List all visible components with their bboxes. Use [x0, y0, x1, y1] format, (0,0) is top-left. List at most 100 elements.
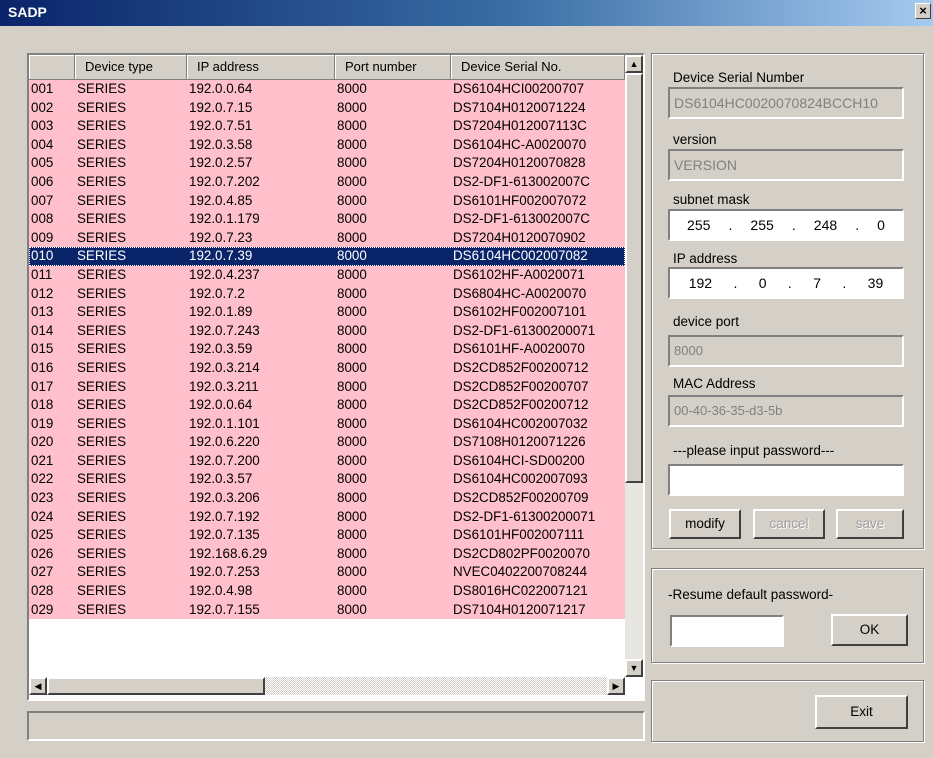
table-row[interactable]: 016 SERIES 192.0.3.214 8000 DS2CD852F0020071… [29, 358, 625, 378]
table-row[interactable]: 020 SERIES 192.0.6.220 8000 DS7108H012007122… [29, 433, 625, 452]
cell-port-number: 8000 [337, 173, 367, 189]
cell-port-number: 8000 [337, 81, 367, 96]
scroll-left-button[interactable]: ◀ [29, 677, 47, 695]
horizontal-scrollbar[interactable]: ◀ ▶ [29, 677, 625, 695]
table-row[interactable]: 005 SERIES 192.0.2.57 8000 DS7204H0120070828 [29, 154, 625, 173]
password-input[interactable] [668, 464, 904, 496]
column-header-port-number[interactable]: Port number [335, 55, 451, 80]
ip-address-label: IP address [673, 251, 738, 266]
table-row[interactable]: 028 SERIES 192.0.4.98 8000 DS8016HC022007121 [29, 582, 625, 601]
cell-serial-no: DS2-DF1-61300200071 [453, 508, 596, 524]
cell-port-number: 8000 [337, 248, 367, 264]
cell-serial-no: DS6804HC-A0020070 [453, 285, 587, 301]
exit-panel: Exit [651, 680, 924, 742]
status-bar [27, 711, 645, 741]
table-row[interactable]: 004 SERIES 192.0.3.58 8000 DS6104HC-A0020070 [29, 135, 625, 155]
cell-index: 025 [31, 527, 54, 543]
device-list[interactable]: Device type IP address Port number Devic… [27, 53, 645, 701]
table-row[interactable]: 008 SERIES 192.0.1.179 8000 DS2-DF1-61300200… [29, 210, 625, 229]
scroll-up-button[interactable]: ▲ [625, 55, 643, 73]
cell-device-type: SERIES [77, 490, 127, 506]
resume-password-input[interactable] [670, 615, 784, 647]
table-row[interactable]: 012 SERIES 192.0.7.2 8000 DS6804HC-A0020070 [29, 284, 625, 304]
exit-button[interactable]: Exit [815, 695, 908, 729]
cancel-button[interactable]: cancel [753, 509, 825, 539]
table-row[interactable]: 018 SERIES 192.0.0.64 8000 DS2CD852F00200712 [29, 396, 625, 415]
subnet-octet: 248 [813, 217, 838, 233]
cell-index: 018 [31, 397, 54, 413]
table-row[interactable]: 009 SERIES 192.0.7.23 8000 DS7204H0120070902 [29, 228, 625, 248]
cell-device-type: SERIES [77, 304, 127, 320]
cell-serial-no: DS6101HF002007111 [453, 527, 585, 543]
table-row[interactable]: 029 SERIES 192.0.7.155 8000 DS7104H012007121… [29, 600, 625, 620]
table-row[interactable]: 011 SERIES 192.0.4.237 8000 DS6102HF-A002007… [29, 265, 625, 285]
cell-index: 010 [31, 248, 54, 264]
cell-device-type: SERIES [77, 229, 127, 245]
subnet-mask-input[interactable]: 255. 255. 248. 0 [668, 209, 904, 241]
table-row[interactable]: 023 SERIES 192.0.3.206 8000 DS2CD852F0020070… [29, 489, 625, 508]
cell-serial-no: DS2CD852F00200712 [453, 397, 589, 413]
cell-index: 023 [31, 490, 54, 506]
cell-index: 016 [31, 359, 54, 375]
scroll-right-button[interactable]: ▶ [607, 677, 625, 695]
cell-device-type: SERIES [77, 81, 127, 96]
horizontal-scroll-thumb[interactable] [47, 677, 265, 695]
table-row[interactable]: 024 SERIES 192.0.7.192 8000 DS2-DF1-61300200… [29, 507, 625, 527]
cell-port-number: 8000 [337, 155, 367, 171]
cell-ip-address: 192.0.3.58 [189, 136, 253, 152]
table-row[interactable]: 010 SERIES 192.0.7.39 8000 DS6104HC002007082 [29, 247, 625, 266]
serial-number-field: DS6104HC0020070824BCCH10 [668, 87, 904, 119]
cell-port-number: 8000 [337, 471, 367, 487]
cell-device-type: SERIES [77, 341, 127, 357]
cell-ip-address: 192.0.4.98 [189, 583, 253, 599]
cell-serial-no: DS6102HF-A0020071 [453, 266, 585, 282]
table-row[interactable]: 002 SERIES 192.0.7.15 8000 DS7104H0120071224 [29, 98, 625, 118]
list-header: Device type IP address Port number Devic… [29, 55, 625, 80]
cell-index: 028 [31, 583, 54, 599]
table-row[interactable]: 019 SERIES 192.0.1.101 8000 DS6104HC00200703… [29, 414, 625, 434]
table-row[interactable]: 003 SERIES 192.0.7.51 8000 DS7204H012007113C [29, 117, 625, 136]
cell-device-type: SERIES [77, 359, 127, 375]
table-row[interactable]: 026 SERIES 192.168.6.29 8000 DS2CD802PF00200… [29, 544, 625, 564]
ok-button[interactable]: OK [831, 614, 908, 646]
vertical-scroll-thumb[interactable] [625, 73, 643, 483]
cell-index: 014 [31, 322, 54, 338]
cell-serial-no: DS7204H0120070902 [453, 229, 586, 245]
ip-address-input[interactable]: 192. 0. 7. 39 [668, 267, 904, 299]
vertical-scrollbar[interactable]: ▲ ▼ [625, 55, 643, 677]
cell-index: 015 [31, 341, 54, 357]
resume-password-label: -Resume default password- [668, 587, 834, 602]
table-row[interactable]: 014 SERIES 192.0.7.243 8000 DS2-DF1-61300200… [29, 321, 625, 341]
column-header-ip-address[interactable]: IP address [187, 55, 335, 80]
table-row[interactable]: 006 SERIES 192.0.7.202 8000 DS2-DF1-61300200… [29, 172, 625, 192]
table-row[interactable]: 017 SERIES 192.0.3.211 8000 DS2CD852F0020070… [29, 377, 625, 397]
subnet-octet: 255 [750, 217, 774, 233]
save-button[interactable]: save [836, 509, 904, 539]
close-icon[interactable]: × [915, 3, 931, 19]
table-row[interactable]: 013 SERIES 192.0.1.89 8000 DS6102HF002007101 [29, 303, 625, 322]
table-row[interactable]: 022 SERIES 192.0.3.57 8000 DS6104HC002007093 [29, 470, 625, 490]
cell-device-type: SERIES [77, 583, 127, 599]
cell-device-type: SERIES [77, 118, 127, 134]
table-row[interactable]: 007 SERIES 192.0.4.85 8000 DS6101HF002007072 [29, 191, 625, 211]
column-header-device-type[interactable]: Device type [75, 55, 187, 80]
ip-octet: 7 [813, 275, 821, 291]
table-row[interactable]: 021 SERIES 192.0.7.200 8000 DS6104HCI-SD0020… [29, 451, 625, 471]
cell-port-number: 8000 [337, 99, 367, 115]
cell-ip-address: 192.168.6.29 [189, 545, 268, 561]
cell-serial-no: DS7104H0120071224 [453, 99, 586, 115]
modify-button[interactable]: modify [669, 509, 741, 539]
table-row[interactable]: 027 SERIES 192.0.7.253 8000 NVEC040220070824… [29, 563, 625, 583]
cell-port-number: 8000 [337, 341, 367, 357]
table-row[interactable]: 015 SERIES 192.0.3.59 8000 DS6101HF-A0020070 [29, 340, 625, 359]
table-row[interactable]: 025 SERIES 192.0.7.135 8000 DS6101HF00200711… [29, 526, 625, 545]
table-row[interactable]: 001 SERIES 192.0.0.64 8000 DS6104HCI00200707 [29, 80, 625, 99]
cell-serial-no: DS2CD852F00200712 [453, 359, 589, 375]
column-header-serial-no[interactable]: Device Serial No. [451, 55, 625, 80]
scroll-down-button[interactable]: ▼ [625, 659, 643, 677]
cell-serial-no: DS6102HF002007101 [453, 304, 587, 320]
cell-ip-address: 192.0.7.155 [189, 601, 260, 617]
cell-index: 013 [31, 304, 54, 320]
cell-port-number: 8000 [337, 490, 367, 506]
column-header-index[interactable] [29, 55, 75, 80]
